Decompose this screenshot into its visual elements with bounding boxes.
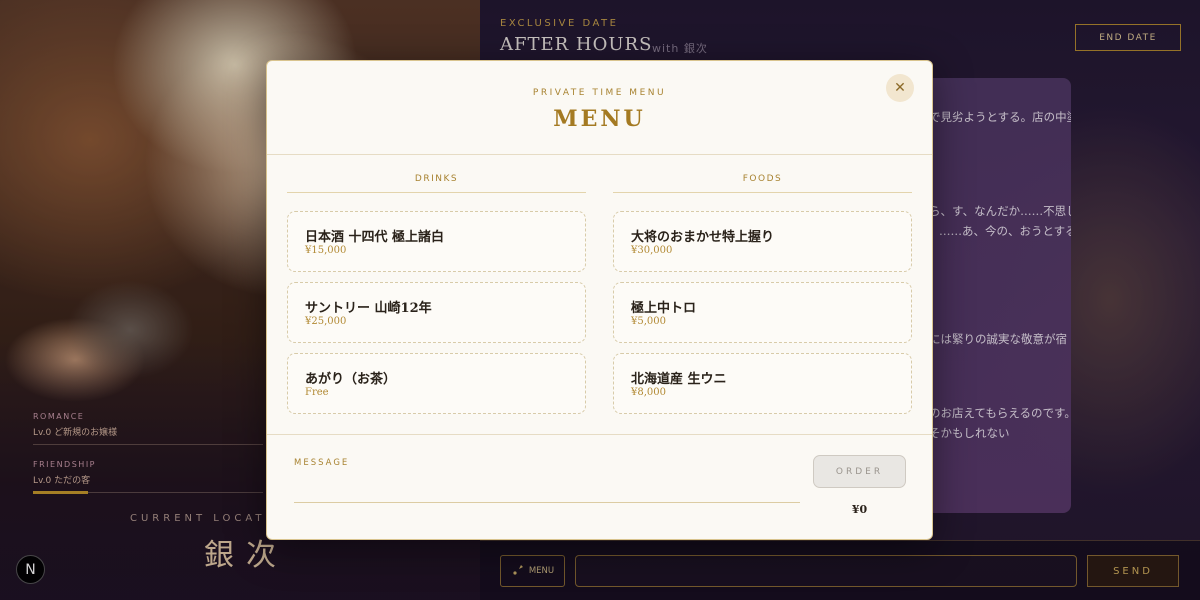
header-divider	[267, 154, 932, 155]
item-name: 大将のおまかせ特上握り	[631, 230, 775, 245]
item-name: 日本酒 十四代 極上諸白	[305, 230, 445, 245]
food-item[interactable]: 大将のおまかせ特上握り ¥30,000	[613, 211, 912, 272]
item-price: ¥5,000	[631, 316, 666, 327]
food-item[interactable]: 北海道産 生ウニ ¥8,000	[613, 353, 912, 414]
menu-modal: PRIVATE TIME MENU MENU ✕ DRINKS FOODS 日本…	[266, 60, 933, 540]
order-button[interactable]: ORDER	[813, 455, 906, 488]
foods-divider	[613, 192, 912, 193]
order-total: ¥0	[851, 503, 868, 516]
modal-title: MENU	[553, 106, 646, 132]
drink-item[interactable]: サントリー 山崎12年 ¥25,000	[287, 282, 586, 343]
message-input[interactable]	[294, 473, 800, 503]
message-label: MESSAGE	[294, 458, 350, 468]
food-item[interactable]: 極上中トロ ¥5,000	[613, 282, 912, 343]
item-name: 極上中トロ	[631, 301, 697, 316]
item-price: ¥30,000	[631, 245, 673, 256]
item-name: あがり（お茶）	[305, 372, 397, 387]
drink-item[interactable]: 日本酒 十四代 極上諸白 ¥15,000	[287, 211, 586, 272]
drinks-heading: DRINKS	[414, 174, 459, 184]
close-icon[interactable]: ✕	[886, 74, 914, 102]
modal-subtitle: PRIVATE TIME MENU	[532, 88, 667, 98]
item-price: ¥8,000	[631, 387, 666, 398]
drink-item[interactable]: あがり（お茶） Free	[287, 353, 586, 414]
item-price: Free	[305, 387, 329, 398]
item-name: 北海道産 生ウニ	[631, 372, 727, 387]
item-name: サントリー 山崎12年	[305, 301, 432, 316]
drinks-divider	[287, 192, 586, 193]
item-price: ¥15,000	[305, 245, 347, 256]
foods-heading: FOODS	[742, 174, 783, 184]
footer-divider	[267, 434, 932, 435]
item-price: ¥25,000	[305, 316, 347, 327]
